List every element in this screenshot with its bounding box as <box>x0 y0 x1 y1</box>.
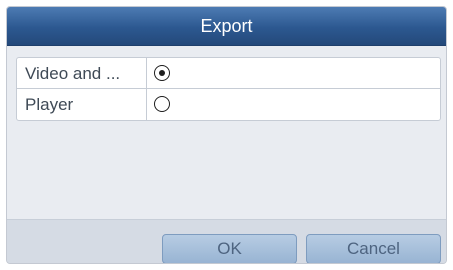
cancel-button[interactable]: Cancel <box>306 234 441 263</box>
option-label-video: Video and ... <box>17 58 147 89</box>
option-row-video[interactable]: Video and ... <box>17 58 440 89</box>
dialog-titlebar: Export <box>7 7 446 46</box>
option-row-player[interactable]: Player <box>17 89 440 120</box>
radio-player[interactable] <box>154 96 170 112</box>
export-dialog: Export Video and ... Player OK Cancel <box>6 6 447 264</box>
option-label-player: Player <box>17 89 147 120</box>
dialog-footer: OK Cancel <box>7 219 446 263</box>
radio-dot-icon <box>158 69 165 76</box>
export-option-list: Video and ... Player <box>16 57 441 121</box>
dialog-title: Export <box>200 16 253 36</box>
radio-video-selected[interactable] <box>154 65 170 81</box>
ok-button[interactable]: OK <box>162 234 297 263</box>
